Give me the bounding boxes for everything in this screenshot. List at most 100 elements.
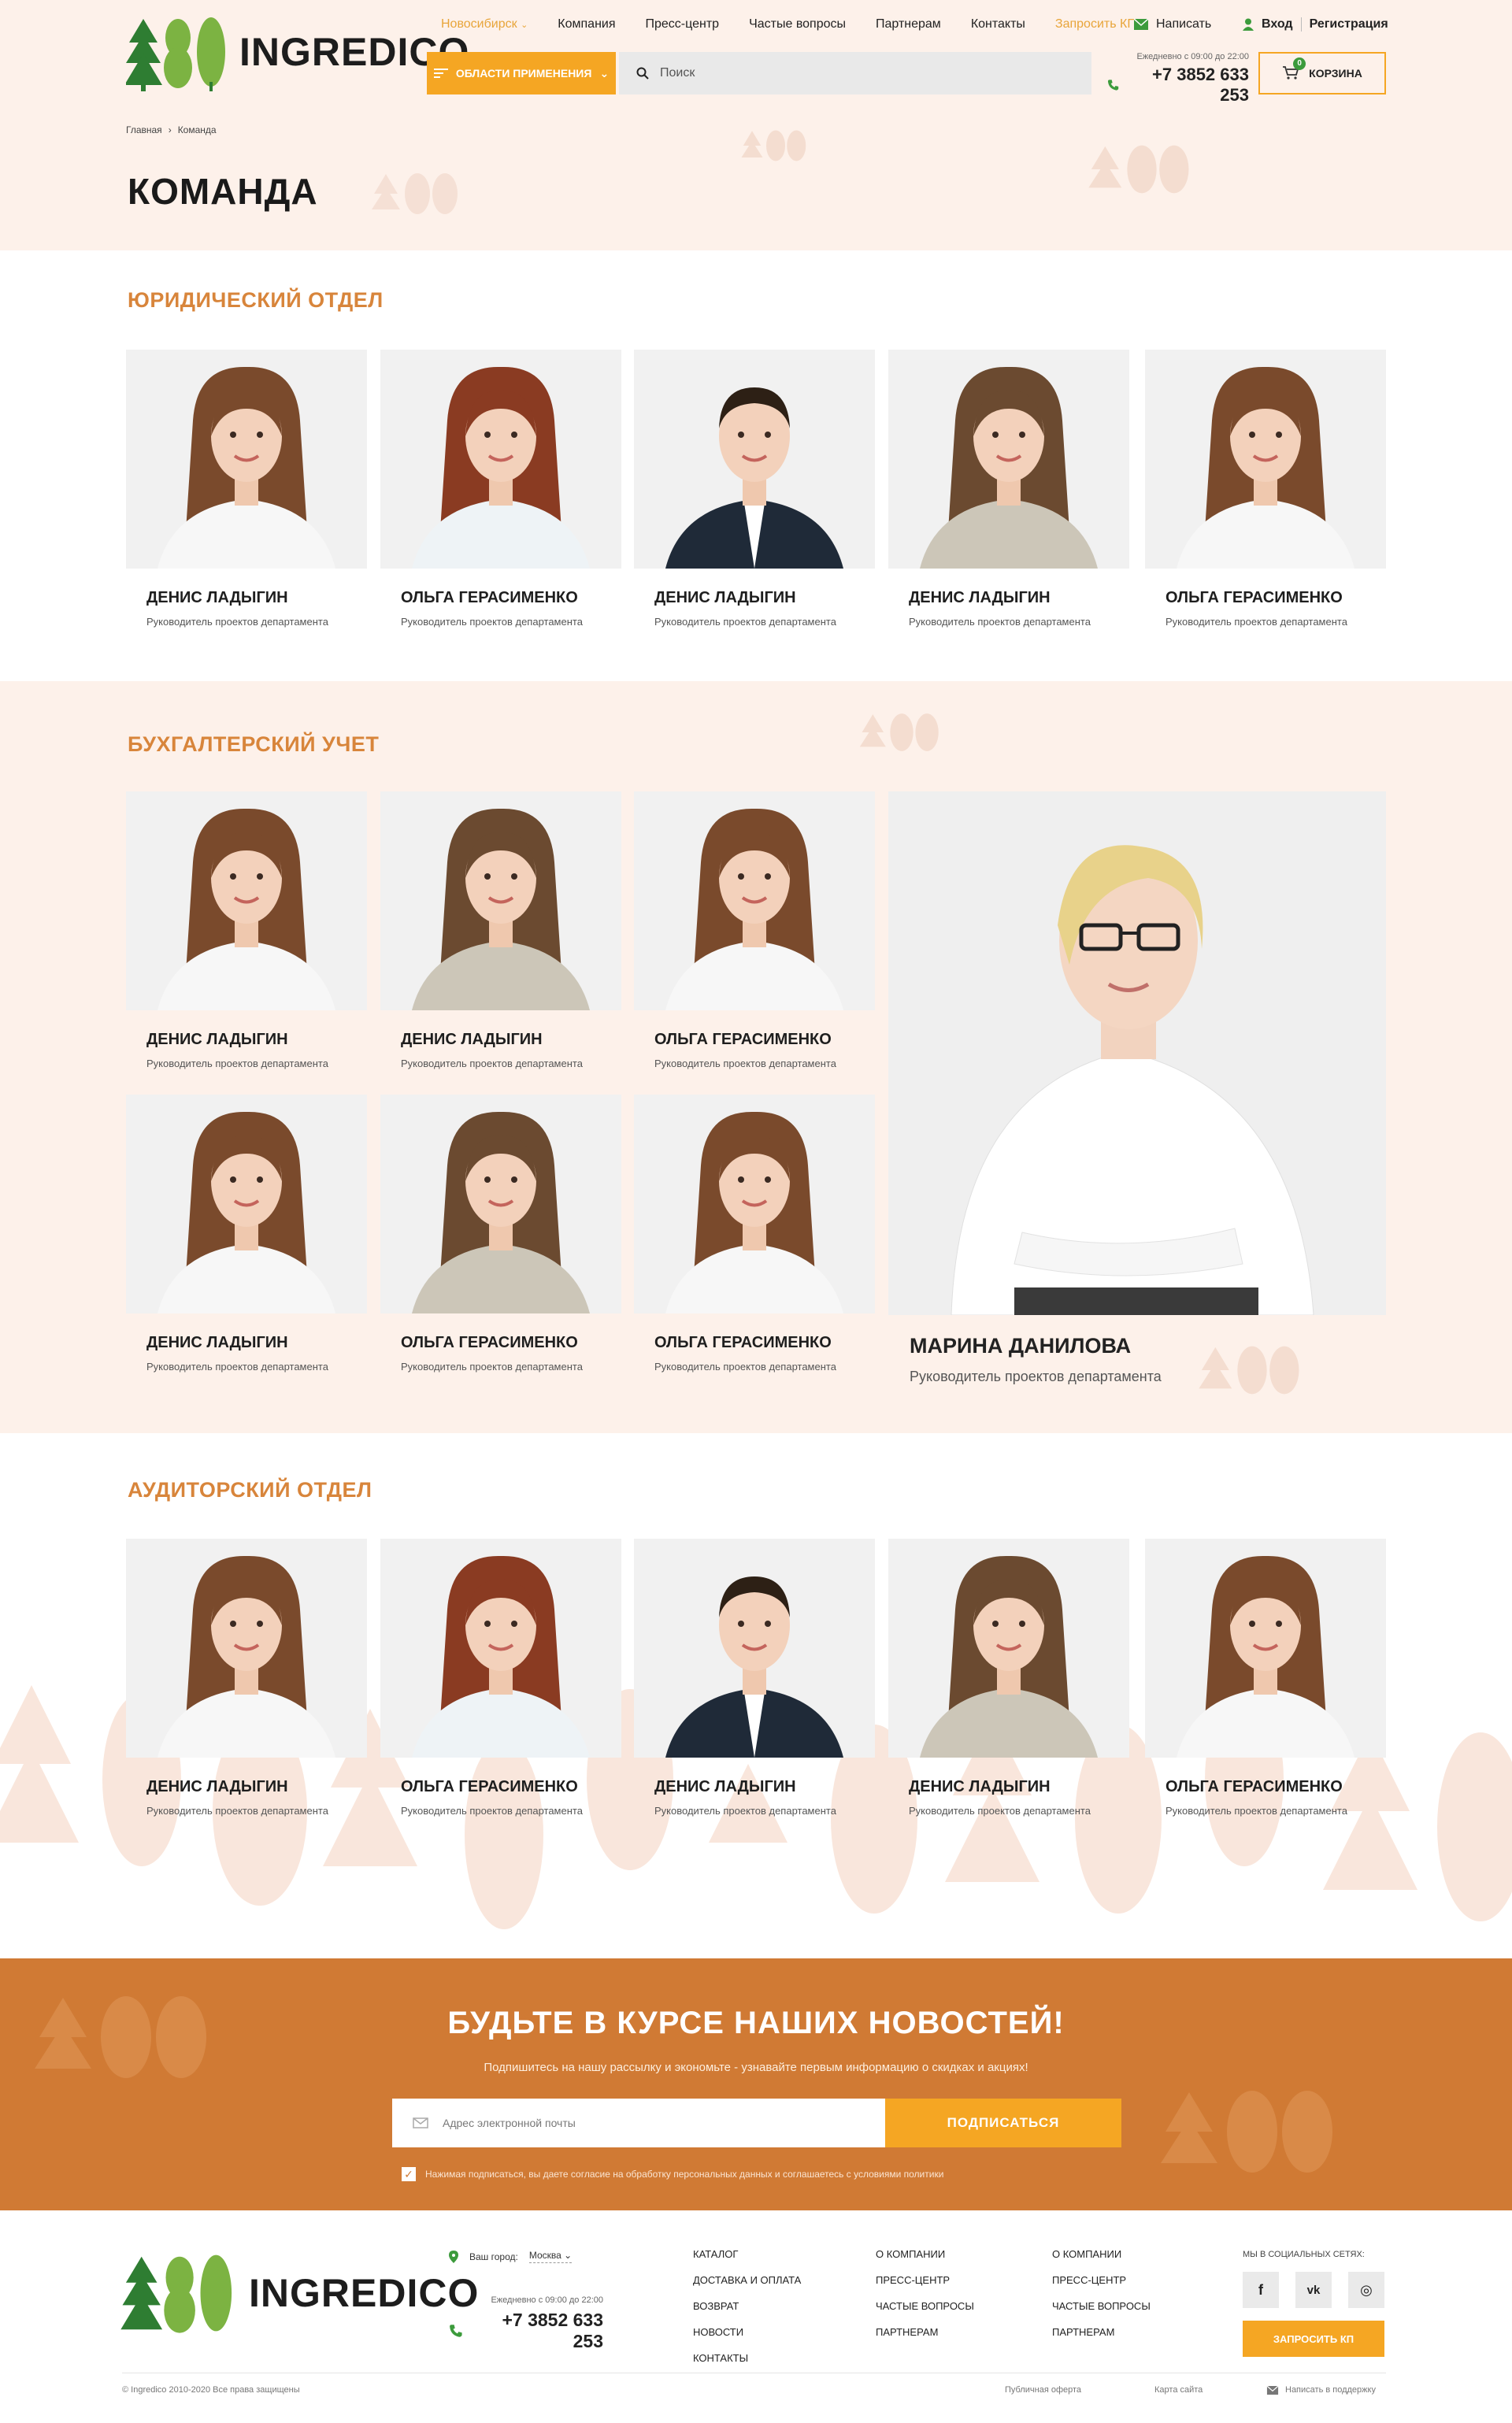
- register-link[interactable]: Регистрация: [1310, 17, 1388, 31]
- person-photo: [634, 350, 875, 569]
- city-selector[interactable]: Новосибирск ⌄: [441, 17, 528, 31]
- member-photo: [634, 1539, 875, 1758]
- team-member-card[interactable]: ДЕНИС ЛАДЫГИН Руководитель проектов депа…: [634, 1539, 875, 1817]
- logo-mark-icon: [120, 2254, 232, 2333]
- team-member-card[interactable]: ОЛЬГА ГЕРАСИМЕНКО Руководитель проектов …: [1145, 1539, 1386, 1817]
- subscribe-button[interactable]: ПОДПИСАТЬСЯ: [885, 2099, 1121, 2147]
- footer-phone: Ежедневно с 09:00 до 22:00 +7 3852 633 2…: [449, 2295, 603, 2352]
- person-photo: [380, 350, 621, 569]
- footer-link[interactable]: КОНТАКТЫ: [693, 2352, 801, 2364]
- footer-city: Ваш город: Москва ⌄: [449, 2250, 573, 2263]
- footer-link[interactable]: ДОСТАВКА И ОПЛАТА: [693, 2274, 801, 2286]
- member-photo: [126, 1539, 367, 1758]
- member-role: Руководитель проектов департамента: [1166, 1805, 1347, 1817]
- catalog-button-label: ОБЛАСТИ ПРИМЕНЕНИЯ: [455, 67, 592, 80]
- catalog-button[interactable]: ОБЛАСТИ ПРИМЕНЕНИЯ ⌄: [427, 52, 616, 94]
- support-link[interactable]: Написать в поддержку: [1266, 2385, 1376, 2395]
- member-photo: [634, 350, 875, 569]
- copyright: © Ingredico 2010-2020 Все права защищены: [122, 2385, 300, 2395]
- login-link[interactable]: Вход: [1262, 17, 1293, 31]
- section-title-accounting: БУХГАЛТЕРСКИЙ УЧЕТ: [128, 732, 380, 756]
- consent-checkbox[interactable]: ✓: [402, 2167, 416, 2181]
- watermark-logo: [858, 705, 945, 760]
- sitemap-link[interactable]: Карта сайта: [1154, 2385, 1203, 2395]
- member-photo: [634, 791, 875, 1010]
- person-photo: [126, 791, 367, 1010]
- section-title-legal: ЮРИДИЧЕСКИЙ ОТДЕЛ: [128, 288, 384, 312]
- offer-link[interactable]: Публичная оферта: [1005, 2385, 1081, 2395]
- menu-icon: [433, 69, 448, 78]
- footer-link[interactable]: О КОМПАНИИ: [876, 2248, 974, 2260]
- newsletter-subtitle: Подпишитесь на нашу рассылку и экономьте…: [484, 2061, 1028, 2074]
- member-name: ДЕНИС ЛАДЫГИН: [401, 1031, 543, 1048]
- nav-faq[interactable]: Частые вопросы: [749, 17, 846, 31]
- team-member-card[interactable]: ДЕНИС ЛАДЫГИН Руководитель проектов депа…: [888, 1539, 1129, 1817]
- footer-link[interactable]: О КОМПАНИИ: [1052, 2248, 1151, 2260]
- nav-contacts[interactable]: Контакты: [971, 17, 1025, 31]
- nav-press[interactable]: Пресс-центр: [646, 17, 720, 31]
- work-hours: Ежедневно с 09:00 до 22:00: [1136, 52, 1249, 61]
- footer-logo[interactable]: INGREDICO: [120, 2250, 479, 2336]
- member-role: Руководитель проектов департамента: [654, 616, 836, 628]
- person-photo: [126, 1539, 367, 1758]
- nav-company[interactable]: Компания: [558, 17, 615, 31]
- member-photo: [126, 350, 367, 569]
- instagram-icon[interactable]: ◎: [1348, 2272, 1384, 2308]
- cart-count-badge: 0: [1293, 57, 1306, 70]
- footer-link[interactable]: ЧАСТЫЕ ВОПРОСЫ: [876, 2300, 974, 2312]
- team-member-card[interactable]: ДЕНИС ЛАДЫГИН Руководитель проектов депа…: [126, 1539, 367, 1817]
- member-photo: [126, 1095, 367, 1313]
- footer-link[interactable]: ПРЕСС-ЦЕНТР: [1052, 2274, 1151, 2286]
- team-member-card[interactable]: ОЛЬГА ГЕРАСИМЕНКО Руководитель проектов …: [380, 350, 621, 628]
- watermark-logo: [1161, 2091, 1332, 2173]
- city-select[interactable]: Москва ⌄: [528, 2250, 573, 2263]
- team-member-card[interactable]: ОЛЬГА ГЕРАСИМЕНКО Руководитель проектов …: [634, 1095, 875, 1373]
- person-photo: [380, 1095, 621, 1313]
- cart-button[interactable]: 0 КОРЗИНА: [1258, 52, 1386, 94]
- person-photo: [888, 1539, 1129, 1758]
- footer-link[interactable]: НОВОСТИ: [693, 2326, 801, 2338]
- footer-link[interactable]: ПРЕСС-ЦЕНТР: [876, 2274, 974, 2286]
- team-member-card[interactable]: ДЕНИС ЛАДЫГИН Руководитель проектов депа…: [380, 791, 621, 1069]
- footer-link[interactable]: ВОЗВРАТ: [693, 2300, 801, 2312]
- footer-link[interactable]: КАТАЛОГ: [693, 2248, 801, 2260]
- search-input[interactable]: Поиск: [619, 52, 1091, 94]
- member-name: ДЕНИС ЛАДЫГИН: [909, 589, 1051, 606]
- site-logo[interactable]: INGREDICO: [126, 13, 469, 91]
- member-photo: [888, 1539, 1129, 1758]
- member-name: ОЛЬГА ГЕРАСИМЕНКО: [1166, 1778, 1343, 1795]
- featured-member-name: МАРИНА ДАНИЛОВА: [910, 1334, 1132, 1358]
- request-quote-button[interactable]: ЗАПРОСИТЬ КП: [1243, 2321, 1384, 2357]
- team-member-card[interactable]: ОЛЬГА ГЕРАСИМЕНКО Руководитель проектов …: [380, 1095, 621, 1373]
- email-field[interactable]: Адрес электронной почты: [392, 2099, 885, 2147]
- phone-number[interactable]: +7 3852 633 253: [449, 2310, 603, 2352]
- write-link[interactable]: Написать: [1134, 17, 1211, 31]
- featured-member-photo[interactable]: [888, 791, 1386, 1315]
- phone-number[interactable]: +7 3852 633 253: [1107, 65, 1249, 106]
- featured-member-role: Руководитель проектов департамента: [910, 1369, 1162, 1384]
- nav-partners[interactable]: Партнерам: [876, 17, 941, 31]
- footer-link[interactable]: ПАРТНЕРАМ: [1052, 2326, 1151, 2338]
- member-name: ОЛЬГА ГЕРАСИМЕНКО: [401, 1778, 578, 1795]
- team-member-card[interactable]: ОЛЬГА ГЕРАСИМЕНКО Руководитель проектов …: [1145, 350, 1386, 628]
- nav-request-quote[interactable]: Запросить КП: [1055, 17, 1136, 31]
- team-member-card[interactable]: ДЕНИС ЛАДЫГИН Руководитель проектов депа…: [126, 791, 367, 1069]
- vk-icon[interactable]: vk: [1295, 2272, 1332, 2308]
- consent-text: Нажимая подписаться, вы даете согласие н…: [425, 2169, 944, 2180]
- page-title: КОМАНДА: [128, 171, 318, 212]
- cart-icon: 0: [1282, 57, 1306, 82]
- member-photo: [634, 1095, 875, 1313]
- team-member-card[interactable]: ДЕНИС ЛАДЫГИН Руководитель проектов депа…: [634, 350, 875, 628]
- footer-link[interactable]: ПАРТНЕРАМ: [876, 2326, 974, 2338]
- team-member-card[interactable]: ДЕНИС ЛАДЫГИН Руководитель проектов депа…: [888, 350, 1129, 628]
- team-member-card[interactable]: ДЕНИС ЛАДЫГИН Руководитель проектов депа…: [126, 350, 367, 628]
- team-member-card[interactable]: ДЕНИС ЛАДЫГИН Руководитель проектов депа…: [126, 1095, 367, 1373]
- footer-link[interactable]: ЧАСТЫЕ ВОПРОСЫ: [1052, 2300, 1151, 2312]
- team-member-card[interactable]: ОЛЬГА ГЕРАСИМЕНКО Руководитель проектов …: [380, 1539, 621, 1817]
- member-photo: [380, 791, 621, 1010]
- facebook-icon[interactable]: f: [1243, 2272, 1279, 2308]
- person-photo: [380, 1539, 621, 1758]
- watermark-logo: [370, 170, 465, 217]
- team-member-card[interactable]: ОЛЬГА ГЕРАСИМЕНКО Руководитель проектов …: [634, 791, 875, 1069]
- breadcrumb-home[interactable]: Главная: [126, 124, 162, 135]
